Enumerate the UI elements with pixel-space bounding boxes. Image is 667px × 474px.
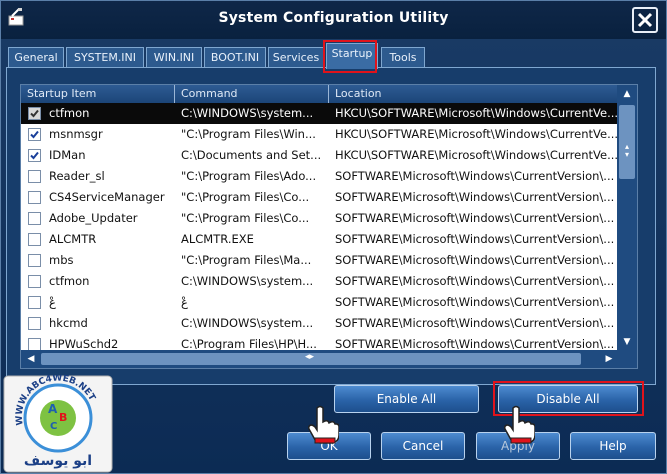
svg-text:B: B — [59, 411, 67, 424]
startup-item-name: ctfmon — [49, 274, 90, 288]
list-item[interactable]: Reader_sl "C:\Program Files\Ado... SOFTWAR… — [21, 166, 619, 187]
startup-checkbox[interactable] — [28, 317, 41, 330]
startup-checkbox[interactable] — [28, 191, 41, 204]
startup-checkbox[interactable] — [28, 107, 41, 120]
scroll-grip-icon: ▴ ▾ — [624, 142, 629, 159]
startup-command: "C:\Program Files\Win... — [181, 127, 316, 141]
startup-tab-highlight — [323, 40, 377, 73]
startup-location: HKCU\SOFTWARE\Microsoft\Windows\CurrentV… — [335, 127, 619, 141]
list-item[interactable]: ctfmon C:\WINDOWS\system... HKCU\SOFTWARE\… — [21, 103, 619, 124]
startup-item-name: Adobe_Updater — [49, 211, 138, 225]
startup-location: SOFTWARE\Microsoft\Windows\CurrentVersio… — [335, 295, 615, 309]
close-button[interactable] — [632, 7, 658, 33]
startup-item-name: IDMan — [49, 148, 86, 162]
vertical-scrollbar[interactable]: ▲ ▴ ▾ ▼ — [617, 85, 637, 351]
tab-win-ini[interactable]: WIN.INI — [146, 47, 202, 67]
column-command[interactable]: Command — [175, 85, 329, 103]
pointer-hand-icon — [504, 405, 535, 444]
list-header: Startup Item Command Location — [21, 85, 619, 103]
startup-command: C:\WINDOWS\system... — [181, 106, 314, 120]
startup-list[interactable]: Startup Item Command Location ctfmon C:\W… — [20, 84, 638, 369]
startup-item-name: mbs — [49, 253, 74, 267]
list-item[interactable]: CS4ServiceManager "C:\Program Files\Co...… — [21, 187, 619, 208]
horizontal-scrollbar[interactable]: ◀ ◂▸ ▶ — [21, 350, 637, 368]
scroll-down-icon[interactable]: ▼ — [617, 333, 637, 351]
startup-item-name: عْ — [49, 295, 56, 309]
startup-location: SOFTWARE\Microsoft\Windows\CurrentVersio… — [335, 190, 615, 204]
list-item[interactable]: ctfmon C:\WINDOWS\system... SOFTWARE\Micro… — [21, 271, 619, 292]
startup-checkbox[interactable] — [28, 296, 41, 309]
column-startup-item[interactable]: Startup Item — [21, 85, 175, 103]
scroll-grip-h-icon: ◂▸ — [305, 352, 315, 362]
startup-location: SOFTWARE\Microsoft\Windows\CurrentVersio… — [335, 274, 615, 288]
column-location[interactable]: Location — [329, 85, 619, 103]
startup-command: "C:\Program Files\Ado... — [181, 169, 317, 183]
list-item[interactable]: mbs "C:\Program Files\Ma... SOFTWARE\Micro… — [21, 250, 619, 271]
startup-location: HKCU\SOFTWARE\Microsoft\Windows\CurrentV… — [335, 148, 619, 162]
watermark-logo: A B C WWW.ABC4WEB.NET ابو يوسف — [3, 375, 113, 473]
startup-location: HKCU\SOFTWARE\Microsoft\Windows\CurrentV… — [335, 106, 619, 120]
startup-item-name: hkcmd — [49, 316, 88, 330]
tab-system-ini[interactable]: SYSTEM.INI — [66, 47, 144, 67]
pointer-hand-icon — [308, 405, 339, 444]
scroll-right-icon[interactable]: ▶ — [599, 350, 619, 368]
startup-location: SOFTWARE\Microsoft\Windows\CurrentVersio… — [335, 169, 615, 183]
tab-general[interactable]: General — [8, 47, 64, 67]
startup-checkbox[interactable] — [28, 149, 41, 162]
tab-tools[interactable]: Tools — [381, 47, 425, 67]
list-item[interactable]: msnmsgr "C:\Program Files\Win... HKCU\SOFT… — [21, 124, 619, 145]
system-config-window: System Configuration Utility General SYS… — [0, 0, 667, 474]
startup-location: SOFTWARE\Microsoft\Windows\CurrentVersio… — [335, 232, 615, 246]
list-item[interactable]: IDMan C:\Documents and Set... HKCU\SOFTWAR… — [21, 145, 619, 166]
help-button[interactable]: Help — [570, 432, 656, 460]
startup-command: "C:\Program Files\Ma... — [181, 253, 312, 267]
startup-checkbox[interactable] — [28, 212, 41, 225]
watermark-arabic: ابو يوسف — [24, 453, 92, 469]
list-item[interactable]: عْ عْ SOFTWARE\Microsoft\Windows\CurrentVe… — [21, 292, 619, 313]
startup-location: SOFTWARE\Microsoft\Windows\CurrentVersio… — [335, 253, 615, 267]
tab-boot-ini[interactable]: BOOT.INI — [204, 47, 266, 67]
startup-checkbox[interactable] — [28, 254, 41, 267]
title-bar[interactable]: System Configuration Utility — [1, 1, 666, 39]
startup-checkbox[interactable] — [28, 275, 41, 288]
checkbox-icon — [30, 130, 39, 139]
startup-command: C:\WINDOWS\system... — [181, 316, 314, 330]
close-icon — [637, 12, 653, 28]
startup-checkbox[interactable] — [28, 170, 41, 183]
startup-item-name: ctfmon — [49, 106, 90, 120]
startup-command: "C:\Program Files\Co... — [181, 211, 310, 225]
scroll-left-icon[interactable]: ◀ — [21, 350, 41, 368]
startup-command: C:\WINDOWS\system... — [181, 274, 314, 288]
window-title: System Configuration Utility — [218, 10, 449, 26]
startup-item-name: CS4ServiceManager — [49, 190, 165, 204]
svg-text:C: C — [50, 421, 57, 432]
startup-location: SOFTWARE\Microsoft\Windows\CurrentVersio… — [335, 316, 615, 330]
checkbox-icon — [30, 109, 39, 118]
scroll-up-icon[interactable]: ▲ — [617, 85, 637, 103]
startup-command: عْ — [181, 295, 188, 309]
startup-item-name: Reader_sl — [49, 169, 105, 183]
startup-location: SOFTWARE\Microsoft\Windows\CurrentVersio… — [335, 211, 615, 225]
startup-checkbox[interactable] — [28, 128, 41, 141]
tab-services[interactable]: Services — [268, 47, 324, 67]
cancel-button[interactable]: Cancel — [381, 432, 465, 460]
startup-checkbox[interactable] — [28, 233, 41, 246]
enable-all-button[interactable]: Enable All — [334, 385, 479, 413]
startup-command: C:\Documents and Set... — [181, 148, 322, 162]
list-item[interactable]: ALCMTR ALCMTR.EXE SOFTWARE\Microsoft\Windo… — [21, 229, 619, 250]
svg-text:A: A — [48, 402, 58, 416]
startup-item-name: ALCMTR — [49, 232, 97, 246]
startup-command: "C:\Program Files\Co... — [181, 190, 310, 204]
list-item[interactable]: Adobe_Updater "C:\Program Files\Co... SOFT… — [21, 208, 619, 229]
startup-item-name: msnmsgr — [49, 127, 103, 141]
checkbox-icon — [30, 151, 39, 160]
list-item[interactable]: hkcmd C:\WINDOWS\system... SOFTWARE\Micros… — [21, 313, 619, 334]
startup-command: ALCMTR.EXE — [181, 232, 254, 246]
